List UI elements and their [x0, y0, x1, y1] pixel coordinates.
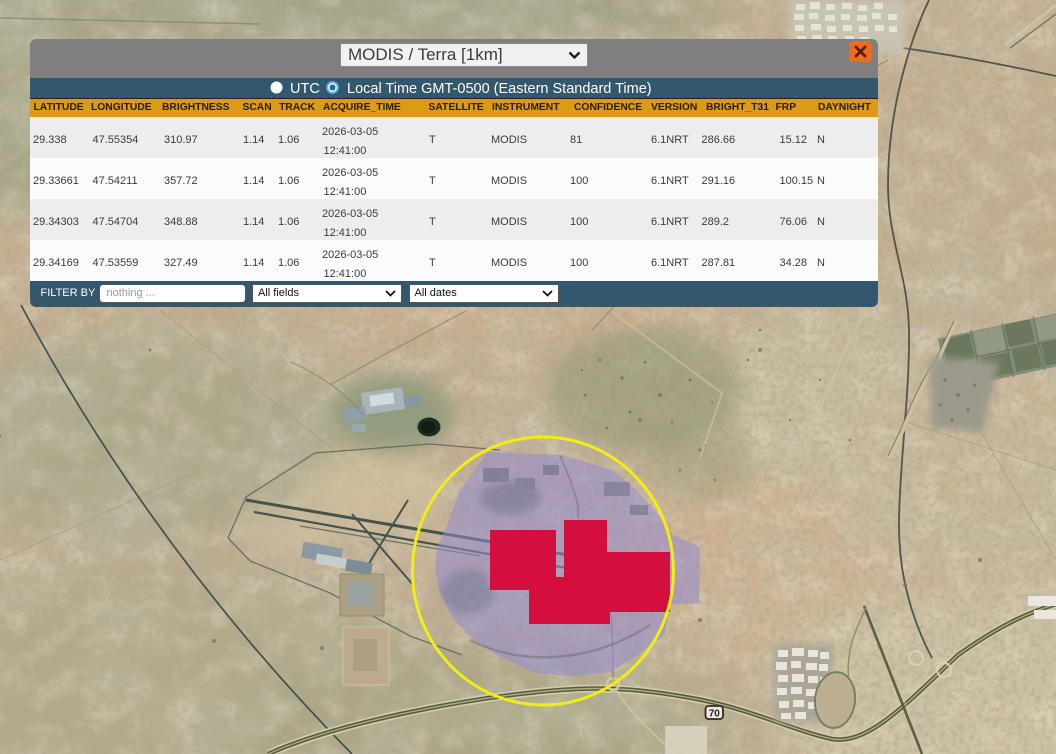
- svg-text:70: 70: [709, 709, 721, 720]
